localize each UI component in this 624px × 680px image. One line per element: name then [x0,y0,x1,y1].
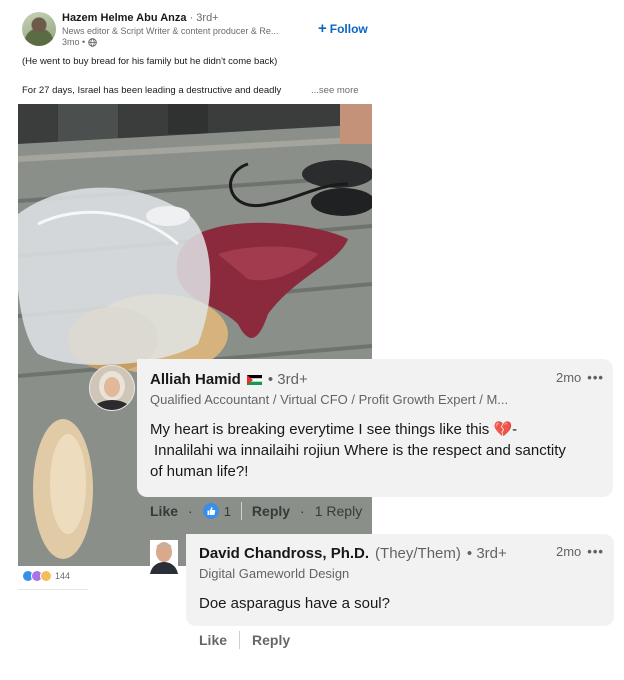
comment-author-line: David Chandross, Ph.D. (They/Them) • 3rd… [199,545,507,562]
comment-author-name[interactable]: Alliah Hamid [150,371,241,388]
follow-label: Follow [329,22,368,36]
replies-count-link[interactable]: 1 Reply [315,503,362,519]
plus-icon: + [318,20,327,37]
reply-button[interactable]: Reply [252,503,290,519]
insightful-reaction-icon [40,570,52,582]
comment-text: Doe asparagus have a soul? [199,595,390,612]
post-author-avatar[interactable] [22,12,56,46]
comment-actions: Like Reply [199,631,290,649]
comment-author-line: Alliah Hamid • 3rd+ [150,371,308,388]
post-text-line1: (He went to buy bread for his family but… [22,56,278,67]
comment-meta: 2mo ••• [556,544,604,559]
see-more-link[interactable]: ...see more [311,85,359,96]
comment-text-line2: Innalilahi wa innailaihi rojiun Where is… [154,442,566,459]
post-text-line2: For 27 days, Israel has been leading a d… [22,85,282,96]
post-reactions[interactable]: 144 [22,570,70,582]
separator-dot: · [188,503,193,519]
reply-button[interactable]: Reply [252,632,290,648]
avatar-photo [90,366,134,410]
post-author-headline: News editor & Script Writer & content pr… [62,26,279,36]
comment-author-headline: Digital Gameworld Design [199,566,350,581]
comment-actions: Like · 1 Reply · 1 Reply [150,502,362,520]
comment-text-line3: of human life?! [150,463,249,480]
avatar-photo [150,540,178,574]
comment-time: 2mo [556,370,582,385]
comment-author-name[interactable]: David Chandross, Ph.D. [199,545,369,562]
comment-avatar-alliah[interactable] [89,365,135,411]
like-button[interactable]: Like [150,503,178,519]
more-icon[interactable]: ••• [587,370,604,385]
comment-author-degree: • 3rd+ [466,545,507,562]
comment-time: 2mo [556,544,582,559]
like-count[interactable]: 1 [202,503,231,519]
comment-avatar-david[interactable] [150,540,178,574]
post-author-name[interactable]: Hazem Helme Abu Anza [62,12,187,24]
reaction-count: 144 [55,571,71,581]
post-time: 3mo • [62,37,86,47]
comment-text-line1: My heart is breaking everytime I see thi… [150,421,518,438]
post-author-line: Hazem Helme Abu Anza · 3rd+ [62,12,219,24]
comment-meta: 2mo ••• [556,370,604,385]
divider [240,502,242,520]
comment-text: My heart is breaking everytime I see thi… [150,419,566,482]
like-count-number: 1 [223,503,231,519]
separator-dot: · [300,503,305,519]
like-button[interactable]: Like [199,632,227,648]
post-author-degree: · 3rd+ [189,12,219,24]
comment-author-pronouns: (They/Them) [375,545,461,562]
flag-icon [246,374,262,385]
post-meta: 3mo • [62,37,97,47]
comment-author-headline: Qualified Accountant / Virtual CFO / Pro… [150,392,509,407]
more-icon[interactable]: ••• [587,544,604,559]
comment-author-degree: • 3rd+ [267,371,308,388]
post-text-line2-row: For 27 days, Israel has been leading a d… [22,85,359,96]
divider [18,589,88,590]
globe-icon [88,37,97,47]
like-reaction-icon [202,503,219,519]
follow-button[interactable]: + Follow [318,20,368,37]
divider [239,631,241,649]
